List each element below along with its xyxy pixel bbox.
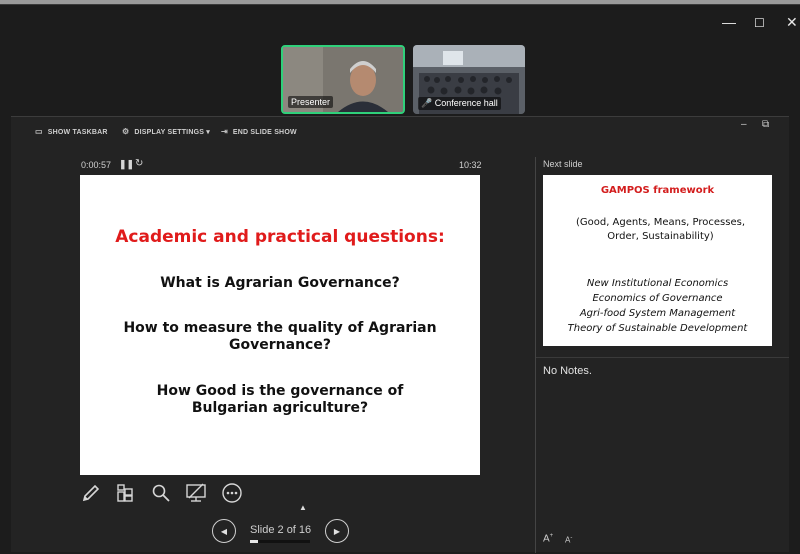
presenter-tile-label: Presenter (288, 96, 334, 108)
next-arrow-icon: ▶ (333, 526, 341, 536)
increase-font-icon[interactable]: A+ (543, 533, 553, 544)
slide-question-3: How Good is the governance of Bulgarian … (156, 383, 404, 416)
slide-title: Academic and practical questions: (115, 227, 445, 247)
decrease-font-icon[interactable]: A- (565, 535, 572, 545)
end-slide-show-label: END SLIDE SHOW (232, 129, 297, 136)
screen-toggle-icon[interactable] (184, 481, 208, 505)
conference-hall-label-text: Conference hall (434, 98, 498, 108)
maximize-window-button[interactable]: ☐ (754, 16, 765, 30)
close-window-button[interactable]: ✕ (786, 14, 798, 31)
pause-icon[interactable]: ❚❚ (119, 159, 134, 170)
minimize-window-button[interactable]: — (722, 14, 736, 30)
muted-mic-icon: 🎤 (421, 98, 433, 108)
slide-progress-fill (250, 540, 258, 543)
show-taskbar-button[interactable]: ▭ SHOW TASKBAR (35, 127, 108, 136)
end-slide-show-button[interactable]: ⇥ END SLIDE SHOW (221, 127, 297, 136)
show-taskbar-label: SHOW TASKBAR (47, 129, 108, 136)
notes-separator (536, 357, 789, 358)
next-slide-item: Agri-food System Management (579, 308, 736, 319)
end-show-icon: ⇥ (221, 127, 228, 136)
zoom-icon[interactable] (149, 481, 173, 505)
display-settings-label: DISPLAY SETTINGS ▾ (134, 129, 210, 136)
presenter-view-window: ▭ SHOW TASKBAR ⚙ DISPLAY SETTINGS ▾ ⇥ END S… (11, 116, 789, 553)
presenter-video-tile[interactable]: Presenter (281, 45, 405, 114)
next-slide-acronym: (Good, Agents, Means, Processes, Order, … (557, 216, 764, 244)
current-slide[interactable]: Academic and practical questions: What i… (80, 175, 480, 475)
taskbar-icon: ▭ (35, 127, 43, 136)
acronym-line-2: Order, Sustainability) (607, 231, 714, 242)
presenter-minimize-button[interactable]: – (741, 119, 747, 130)
previous-slide-button[interactable]: ◀ (212, 519, 236, 543)
next-slide-item: Theory of Sustainable Development (567, 323, 748, 334)
mouse-cursor-icon: ▲ (299, 503, 307, 512)
next-slide-item: New Institutional Economics (586, 278, 729, 289)
conference-hall-tile-label: 🎤 Conference hall (418, 97, 501, 110)
display-settings-button[interactable]: ⚙ DISPLAY SETTINGS ▾ (122, 127, 210, 136)
restart-icon[interactable]: ↻ (135, 158, 143, 169)
window-top-edge (0, 4, 800, 5)
slide-question-1: What is Agrarian Governance? (160, 275, 400, 291)
conference-hall-video-tile[interactable]: 🎤 Conference hall (413, 45, 525, 114)
previous-arrow-icon: ◀ (220, 526, 228, 536)
slide-progress-bar (250, 540, 310, 543)
next-slide-item: Economics of Governance (592, 293, 723, 304)
next-slide-title: GAMPOS framework (600, 185, 715, 196)
speaker-notes[interactable]: No Notes. (543, 365, 592, 377)
display-settings-icon: ⚙ (122, 127, 130, 136)
next-slide-list: New Institutional Economics Economics of… (543, 276, 772, 336)
pen-icon[interactable] (79, 481, 103, 505)
elapsed-timer: 0:00:57 (81, 160, 112, 170)
acronym-line-1: (Good, Agents, Means, Processes, (575, 217, 746, 228)
current-time: 10:32 (459, 160, 482, 170)
slide-question-2: How to measure the quality of Agrarian G… (123, 320, 437, 353)
participant-video-strip: Presenter 🎤 Conference hall (281, 45, 525, 114)
slide-counter: Slide 2 of 16 (250, 524, 312, 536)
presenter-restore-button[interactable]: ⧉ (762, 119, 769, 130)
next-slide-button[interactable]: ▶ (325, 519, 349, 543)
pane-divider[interactable] (535, 157, 536, 553)
next-slide-preview[interactable]: GAMPOS framework (Good, Agents, Means, P… (543, 175, 772, 346)
more-options-icon[interactable] (220, 481, 244, 505)
next-slide-label: Next slide (543, 159, 583, 169)
slide-grid-icon[interactable] (113, 481, 137, 505)
